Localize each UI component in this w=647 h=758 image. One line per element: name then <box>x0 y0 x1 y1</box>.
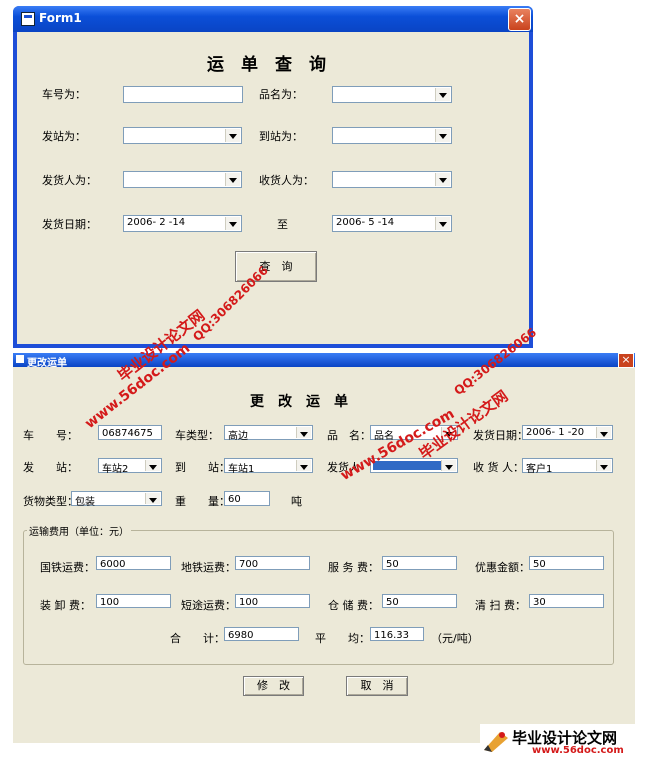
window-title: Form1 <box>39 11 82 25</box>
chevron-down-icon[interactable] <box>435 129 450 142</box>
fees-group-title: 运输费用（单位：元） <box>27 523 131 538</box>
from-station-select[interactable] <box>123 127 242 144</box>
product-label: 品 名： <box>327 429 371 442</box>
form-heading: 更 改 运 单 <box>250 394 348 410</box>
cancel-button[interactable]: 取 消 <box>346 676 408 696</box>
site-logo: 毕业设计论文网 www.56doc.com <box>480 724 647 758</box>
car-type-value: 高边 <box>228 431 248 442</box>
app-icon <box>16 355 24 363</box>
receiver-label: 收货人为： <box>259 174 314 187</box>
rail-fee-label: 国铁运费： <box>40 561 95 574</box>
title-bar[interactable]: Form1 × <box>13 6 533 32</box>
loading-fee-label: 装 卸 费： <box>40 599 91 612</box>
from-station-label: 发 站： <box>23 461 78 474</box>
modify-button[interactable]: 修 改 <box>243 676 304 696</box>
weight-input[interactable]: 60 <box>224 491 270 506</box>
chevron-down-icon[interactable] <box>441 460 456 471</box>
total-label: 合 计： <box>170 632 225 645</box>
chevron-down-icon[interactable] <box>296 427 311 438</box>
date-from-picker[interactable]: 2006- 2 -14 <box>123 215 242 232</box>
car-no-input[interactable] <box>123 86 243 103</box>
chevron-down-icon[interactable] <box>435 217 450 230</box>
service-fee-label: 服 务 费： <box>328 561 379 574</box>
ship-date-label: 发货日期： <box>42 218 97 231</box>
date-from-value: 2006- 2 -14 <box>127 217 186 228</box>
average-unit: （元/吨） <box>431 632 479 645</box>
receiver-label: 收 货 人： <box>473 461 524 474</box>
from-station-label: 发站为： <box>42 130 86 143</box>
shipper-label: 发货人为： <box>42 174 97 187</box>
service-fee-input[interactable]: 50 <box>382 556 457 570</box>
receiver-select[interactable] <box>332 171 452 188</box>
car-type-label: 车类型： <box>175 429 219 442</box>
discount-label: 优惠金额： <box>475 561 530 574</box>
chevron-down-icon[interactable] <box>435 88 450 101</box>
chevron-down-icon[interactable] <box>596 460 611 471</box>
storage-fee-label: 仓 储 费： <box>328 599 379 612</box>
chevron-down-icon[interactable] <box>145 460 160 471</box>
window-title: 更改运单 <box>27 358 67 369</box>
product-select[interactable] <box>332 86 452 103</box>
to-station-label: 到 站： <box>175 461 230 474</box>
ship-date-label: 发货日期： <box>473 429 528 442</box>
receiver-select[interactable]: 客户1 <box>522 458 613 475</box>
cargo-type-select[interactable]: 包装 <box>71 491 162 508</box>
title-bar[interactable]: 更改运单 × <box>13 353 635 369</box>
to-station-value: 车站1 <box>228 464 255 475</box>
close-button[interactable]: × <box>618 353 634 368</box>
chevron-down-icon[interactable] <box>435 173 450 186</box>
ship-date-picker[interactable]: 2006- 1 -20 <box>522 425 613 440</box>
to-station-label: 到站为： <box>259 130 303 143</box>
short-haul-fee-input[interactable]: 100 <box>235 594 310 608</box>
to-station-select[interactable]: 车站1 <box>224 458 313 475</box>
average-input[interactable]: 116.33 <box>370 627 424 641</box>
cleaning-fee-input[interactable]: 30 <box>529 594 604 608</box>
app-icon <box>21 12 35 26</box>
product-label: 品名为： <box>259 88 303 101</box>
from-station-select[interactable]: 车站2 <box>98 458 162 475</box>
chevron-down-icon[interactable] <box>225 217 240 230</box>
to-text: 至 <box>277 218 288 231</box>
local-rail-fee-label: 地铁运费： <box>181 561 236 574</box>
pencil-logo-icon <box>484 732 508 752</box>
loading-fee-input[interactable]: 100 <box>96 594 171 608</box>
from-station-value: 车站2 <box>102 464 129 475</box>
query-window: Form1 × 运 单 查 询 车号为： 品名为： 发站为： 到站为： 发货人为… <box>13 6 533 348</box>
receiver-value: 客户1 <box>526 464 553 475</box>
total-input[interactable]: 6980 <box>224 627 299 641</box>
form-heading: 运 单 查 询 <box>207 55 326 75</box>
car-no-label: 车号为： <box>42 88 86 101</box>
date-to-picker[interactable]: 2006- 5 -14 <box>332 215 452 232</box>
cargo-type-value: 包装 <box>75 497 95 508</box>
ship-date-value: 2006- 1 -20 <box>526 427 585 438</box>
chevron-down-icon[interactable] <box>225 173 240 186</box>
cargo-type-label: 货物类型： <box>23 495 78 508</box>
chevron-down-icon[interactable] <box>145 493 160 504</box>
chevron-down-icon[interactable] <box>596 427 611 438</box>
logo-url: www.56doc.com <box>532 745 624 756</box>
chevron-down-icon[interactable] <box>296 460 311 471</box>
car-no-input[interactable]: 06874675 <box>98 425 162 440</box>
car-no-label: 车 号： <box>23 429 78 442</box>
to-station-select[interactable] <box>332 127 452 144</box>
query-form: 运 单 查 询 车号为： 品名为： 发站为： 到站为： 发货人为： 收货人为： … <box>17 32 529 344</box>
storage-fee-input[interactable]: 50 <box>382 594 457 608</box>
rail-fee-input[interactable]: 6000 <box>96 556 171 570</box>
car-type-select[interactable]: 高边 <box>224 425 313 442</box>
close-button[interactable]: × <box>508 8 531 31</box>
cleaning-fee-label: 清 扫 费： <box>475 599 526 612</box>
discount-input[interactable]: 50 <box>529 556 604 570</box>
average-label: 平 均： <box>315 632 370 645</box>
weight-label: 重 量： <box>175 495 230 508</box>
local-rail-fee-input[interactable]: 700 <box>235 556 310 570</box>
chevron-down-icon[interactable] <box>225 129 240 142</box>
weight-unit: 吨 <box>291 495 302 508</box>
date-to-value: 2006- 5 -14 <box>336 217 395 228</box>
short-haul-fee-label: 短途运费： <box>181 599 236 612</box>
shipper-select[interactable] <box>123 171 242 188</box>
